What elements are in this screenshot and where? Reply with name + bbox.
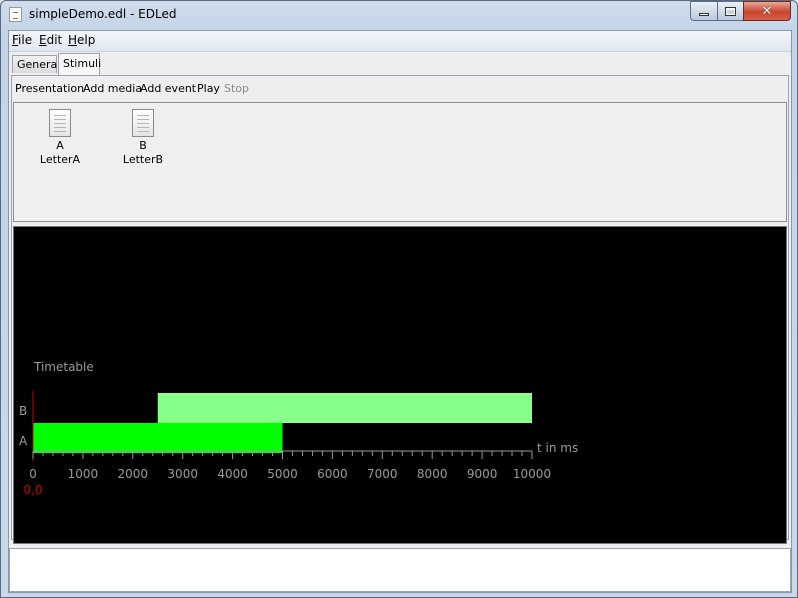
stimulus-item[interactable]: A LetterA — [30, 109, 90, 167]
x-tick-label: 3000 — [167, 467, 198, 481]
app-window: simpleDemo.edl - EDLed ✕ File Edit Help … — [0, 0, 798, 598]
app-icon — [9, 7, 22, 22]
x-tick-label: 5000 — [267, 467, 298, 481]
timeline-bar-b — [157, 393, 532, 423]
row-label-b: B — [19, 404, 27, 418]
document-icon — [132, 109, 154, 137]
play-button[interactable]: Play — [197, 82, 220, 95]
x-tick-label: 4000 — [217, 467, 248, 481]
menu-edit[interactable]: Edit — [39, 33, 62, 47]
menu-file[interactable]: File — [12, 33, 32, 47]
window-title: simpleDemo.edl - EDLed — [29, 7, 177, 21]
x-tick-label: 6000 — [317, 467, 348, 481]
close-icon: ✕ — [761, 3, 773, 19]
timeline-bar-a — [33, 423, 283, 453]
stimulus-id: A — [56, 139, 64, 152]
x-tick-label: 9000 — [467, 467, 498, 481]
add-media-button[interactable]: Add media — [83, 82, 142, 95]
maximize-button[interactable] — [717, 1, 744, 21]
close-button[interactable]: ✕ — [743, 1, 791, 21]
x-axis-label: t in ms — [537, 441, 578, 455]
minimize-button[interactable] — [690, 1, 718, 21]
client-area: File Edit Help General Stimuli Presentat… — [8, 30, 792, 593]
row-label-a: A — [19, 434, 28, 448]
title-bar[interactable]: simpleDemo.edl - EDLed ✕ — [1, 1, 797, 29]
stimulus-name: LetterA — [39, 153, 81, 166]
x-tick-label: 2000 — [118, 467, 149, 481]
menu-bar: File Edit Help — [9, 31, 791, 52]
maximize-icon — [725, 6, 736, 16]
stop-button: Stop — [224, 82, 250, 95]
x-tick-label: 0 — [29, 467, 37, 481]
menu-help[interactable]: Help — [68, 33, 95, 47]
presentation-button[interactable]: Presentation — [15, 82, 84, 95]
status-bar — [9, 548, 791, 592]
timetable-view[interactable]: Timetable A B 0 1000 2000 3000 4000 5000 6000 7000… — [13, 226, 787, 544]
origin-label: 0,0 — [23, 483, 42, 497]
x-tick-label: 1000 — [68, 467, 99, 481]
tab-general[interactable]: General — [12, 55, 60, 73]
x-tick-label: 7000 — [367, 467, 398, 481]
add-event-button[interactable]: Add event — [140, 82, 196, 95]
tab-stimuli[interactable]: Stimuli — [58, 53, 101, 75]
stimuli-panel: Presentation Add media Add event Play St… — [11, 75, 789, 544]
x-tick-label: 10000 — [513, 467, 551, 481]
stimulus-id: B — [139, 139, 147, 152]
timetable-chart: Timetable A B 0 1000 2000 3000 4000 5000 6000 7000… — [19, 360, 578, 497]
stimulus-item[interactable]: B LetterB — [113, 109, 173, 167]
stimulus-name: LetterB — [122, 153, 164, 166]
document-icon — [49, 109, 71, 137]
x-tick-label: 8000 — [417, 467, 448, 481]
chart-title: Timetable — [33, 360, 94, 374]
stimuli-list: A LetterA B LetterB — [13, 102, 787, 222]
minimize-icon — [699, 12, 709, 16]
